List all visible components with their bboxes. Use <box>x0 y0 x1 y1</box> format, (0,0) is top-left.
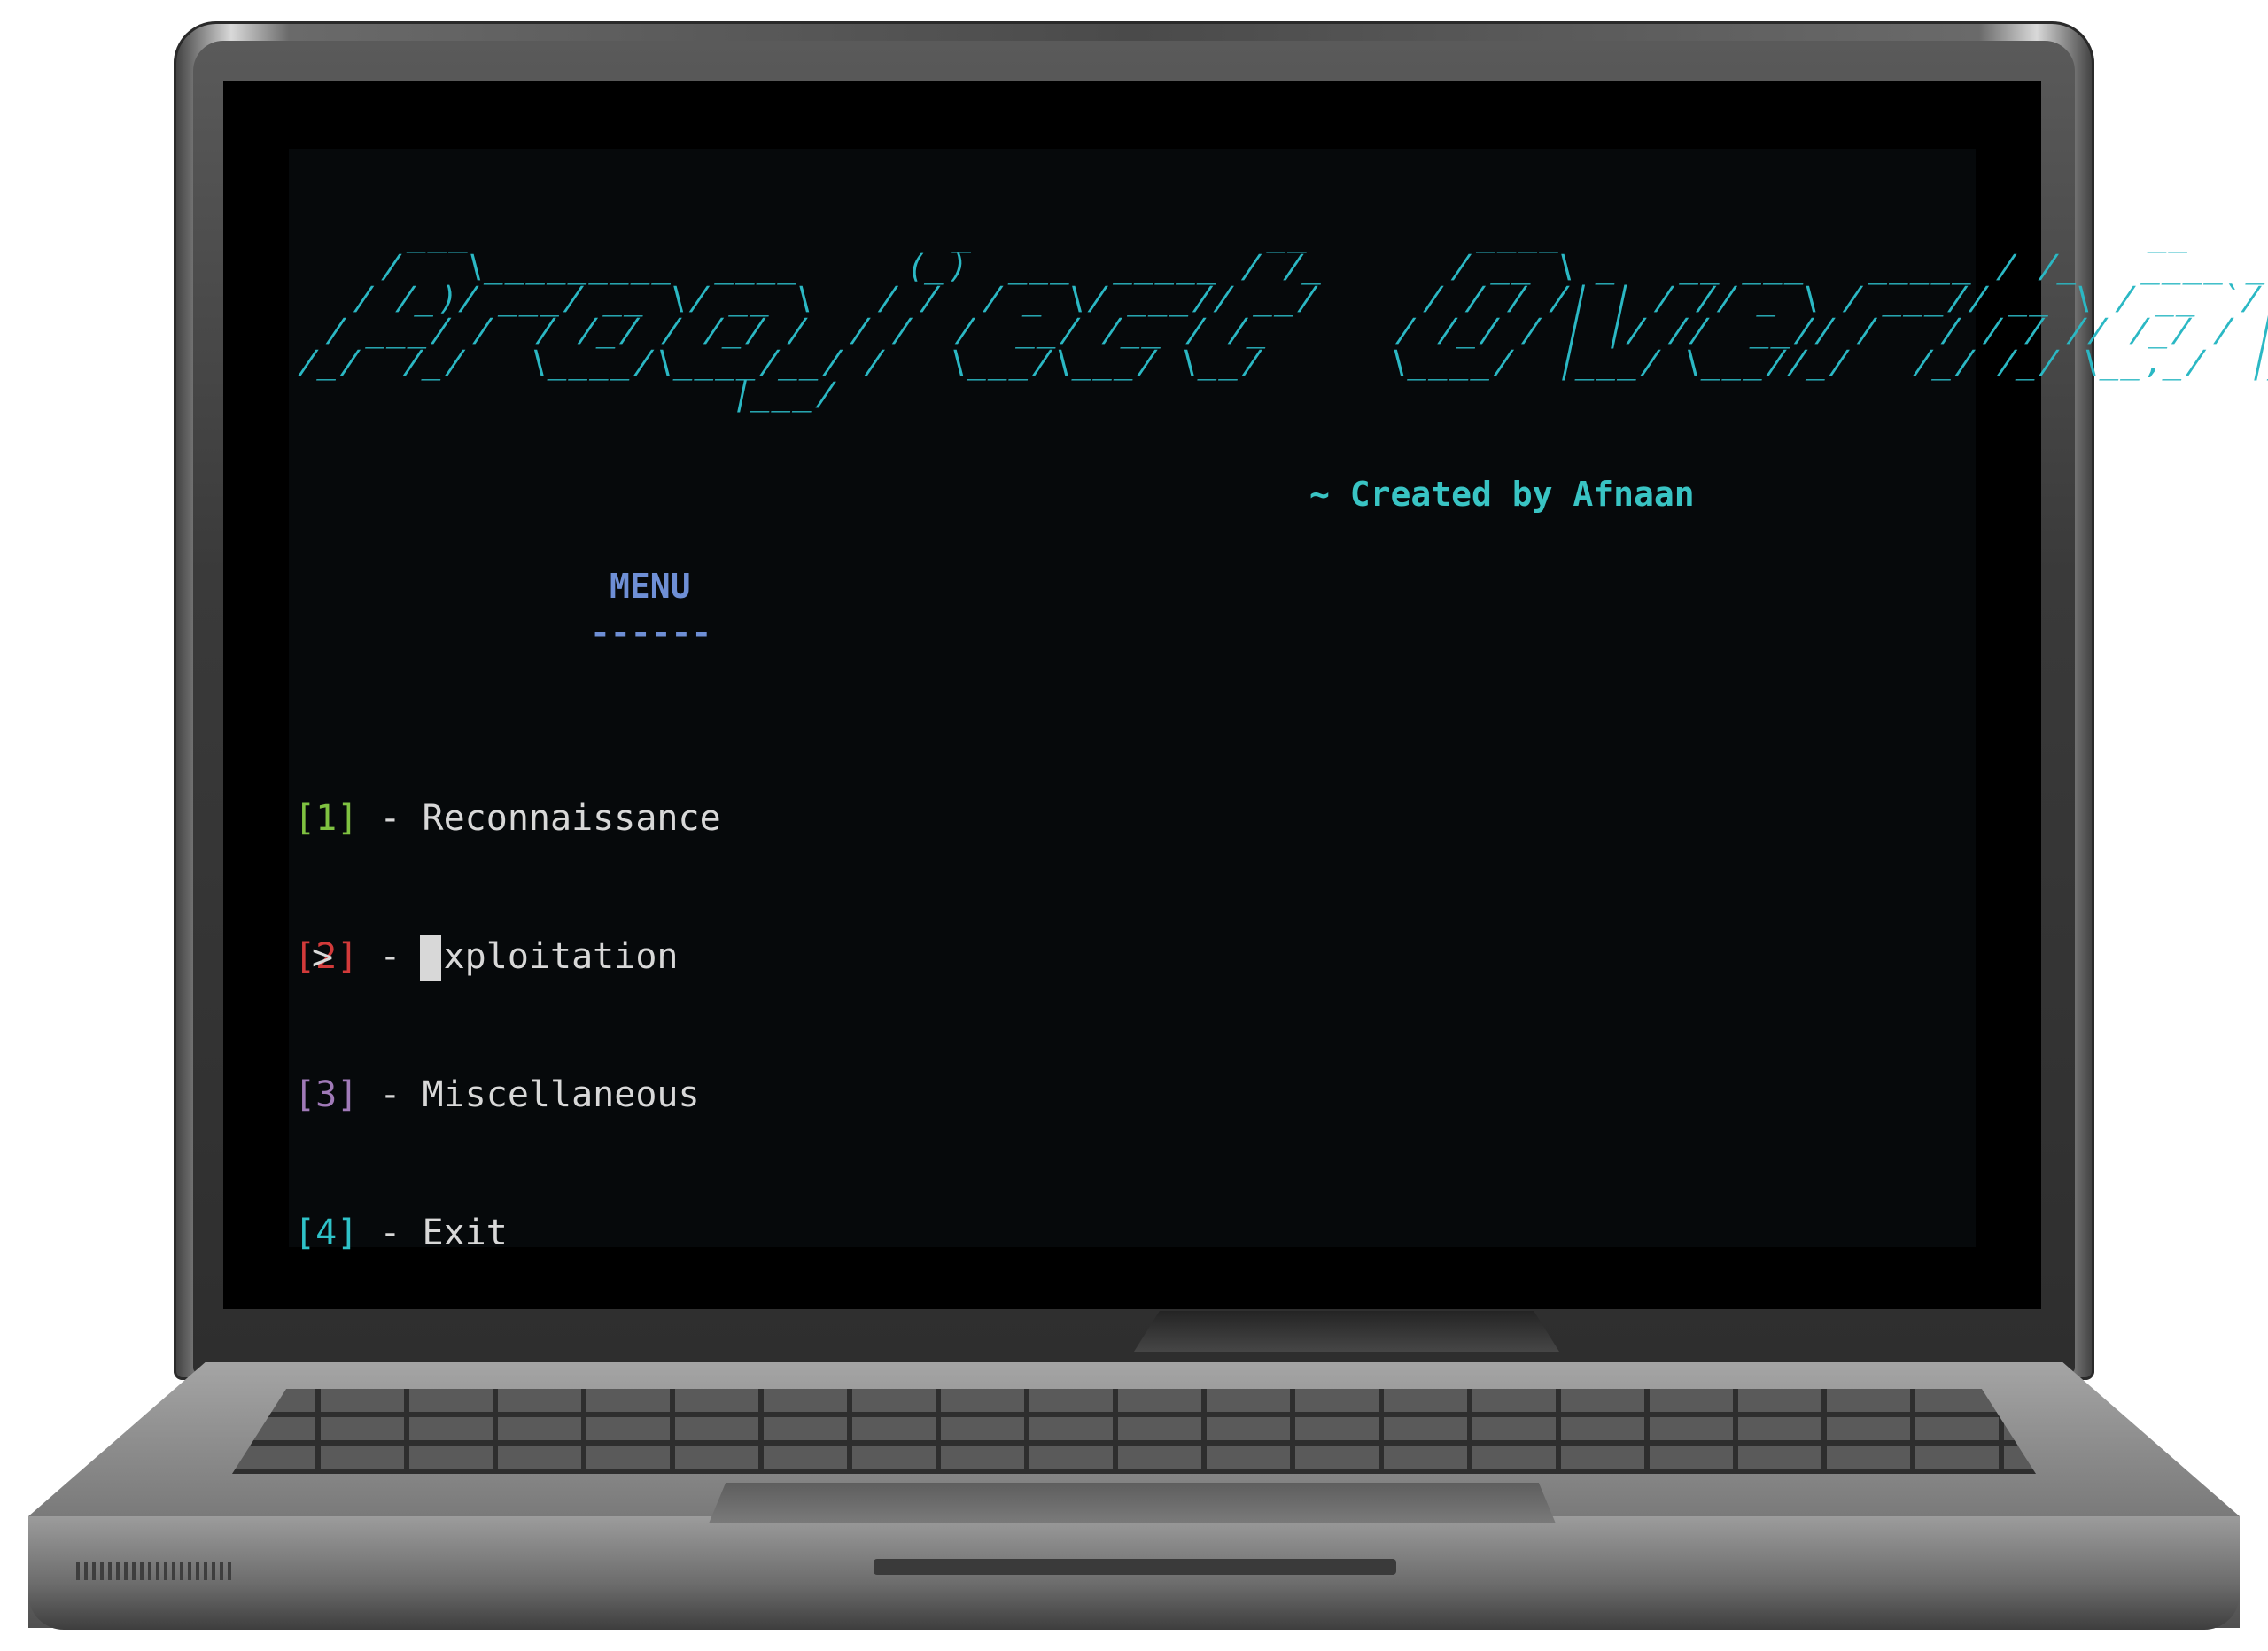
menu-item-label: - Exploitation <box>358 936 679 977</box>
menu-item-miscellaneous[interactable]: [3] - Miscellaneous <box>294 1072 721 1118</box>
menu-item-exit[interactable]: [4] - Exit <box>294 1210 721 1256</box>
trackpad <box>709 1483 1556 1523</box>
credit-text: ~ Created by Afnaan <box>1309 475 1695 514</box>
menu-item-label: - Miscellaneous <box>358 1074 700 1115</box>
text-cursor[interactable] <box>420 935 441 981</box>
menu-item-index: [1] <box>294 798 359 839</box>
laptop-mockup: ___ _ __ ____ __ __ ____ / \_________ __… <box>0 0 2268 1651</box>
keyboard <box>232 1389 2036 1474</box>
menu-item-reconnaissance[interactable]: [1] - Reconnaissance <box>294 795 721 841</box>
menu-item-index: [4] <box>294 1213 359 1253</box>
menu-item-label: - Exit <box>358 1213 508 1253</box>
menu-title: MENU <box>610 567 691 606</box>
front-notch <box>874 1559 1396 1575</box>
menu-item-exploitation[interactable]: [2] - Exploitation <box>294 934 721 980</box>
command-prompt: > <box>312 937 334 978</box>
side-vent <box>76 1562 232 1580</box>
menu-underline: ------ <box>590 613 712 652</box>
ascii-banner: ___ _ __ ____ __ __ ____ / \_________ __… <box>295 217 2268 413</box>
menu-list: [1] - Reconnaissance [2] - Exploitation … <box>294 703 721 1348</box>
menu-item-index: [3] <box>294 1074 359 1115</box>
menu-item-label: - Reconnaissance <box>358 798 721 839</box>
laptop-hinge <box>1134 1311 1559 1352</box>
